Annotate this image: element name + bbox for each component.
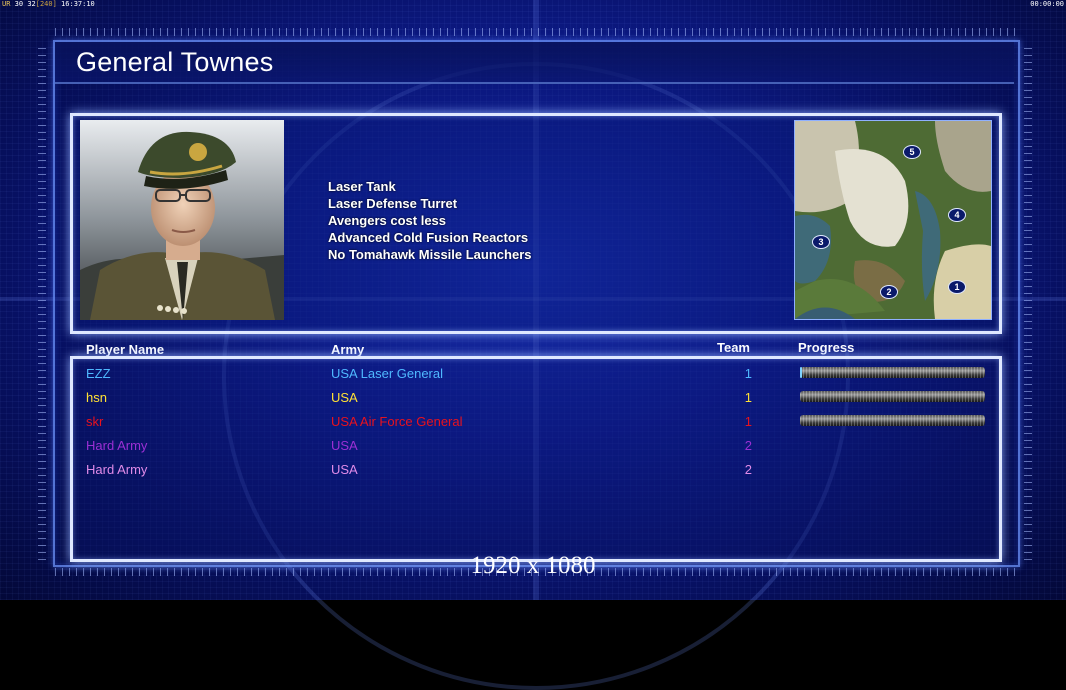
header-player-name: Player Name	[86, 342, 165, 357]
progress-bar	[800, 415, 985, 426]
feature-item: No Tomahawk Missile Launchers	[328, 247, 532, 262]
status-left: UR 30 32[240] 16:37:10	[2, 0, 95, 9]
minimap: 5 4 3 2 1	[794, 120, 992, 320]
status-value-c: [240]	[35, 0, 57, 8]
player-team: 1	[744, 414, 752, 429]
player-team: 2	[744, 462, 752, 477]
player-name: EZZ	[86, 366, 111, 381]
progress-bar	[800, 391, 985, 402]
player-row: EZZ USA Laser General 1	[0, 366, 1066, 388]
player-team: 1	[744, 366, 752, 381]
ruler-top	[55, 28, 1015, 36]
general-title: General Townes	[76, 47, 274, 77]
feature-item: Laser Tank	[328, 179, 396, 194]
player-name: hsn	[86, 390, 107, 405]
player-team: 2	[744, 438, 752, 453]
feature-item: Laser Defense Turret	[328, 196, 458, 211]
status-value-a: 30	[14, 0, 24, 8]
player-army: USA	[331, 390, 358, 405]
player-row: Hard Army USA 2	[0, 438, 1066, 460]
player-army: USA Air Force General	[331, 414, 463, 429]
header-progress: Progress	[798, 340, 855, 355]
header-team: Team	[717, 340, 750, 355]
minimap-slot-5: 5	[903, 145, 921, 159]
general-portrait	[80, 120, 284, 320]
resolution-label: 1920 x 1080	[470, 552, 596, 579]
player-name: Hard Army	[86, 438, 148, 453]
player-name: skr	[86, 414, 104, 429]
minimap-slot-2: 2	[880, 285, 898, 299]
status-timer: 00:00:00	[1030, 0, 1064, 8]
minimap-slot-3: 3	[812, 235, 830, 249]
player-row: skr USA Air Force General 1	[0, 414, 1066, 436]
player-row: hsn USA 1	[0, 390, 1066, 412]
header-army: Army	[331, 342, 365, 357]
progress-fill	[800, 367, 802, 378]
feature-item: Avengers cost less	[328, 213, 447, 228]
player-army: USA Laser General	[331, 366, 444, 381]
player-name: Hard Army	[86, 462, 148, 477]
feature-item: Advanced Cold Fusion Reactors	[328, 230, 529, 245]
minimap-slot-1: 1	[948, 280, 966, 294]
player-row: Hard Army USA 2	[0, 462, 1066, 484]
player-army: USA	[331, 438, 358, 453]
player-army: USA	[331, 462, 358, 477]
progress-bar	[800, 367, 985, 378]
status-ur: UR	[2, 0, 11, 8]
status-value-b: 32	[27, 0, 36, 8]
status-clock: 16:37:10	[61, 0, 95, 8]
general-features-list: Laser Tank Laser Defense Turret Avengers…	[328, 178, 531, 263]
player-team: 1	[744, 390, 752, 405]
minimap-slot-4: 4	[948, 208, 966, 222]
status-bar: UR 30 32[240] 16:37:10 00:00:00	[0, 0, 1066, 10]
